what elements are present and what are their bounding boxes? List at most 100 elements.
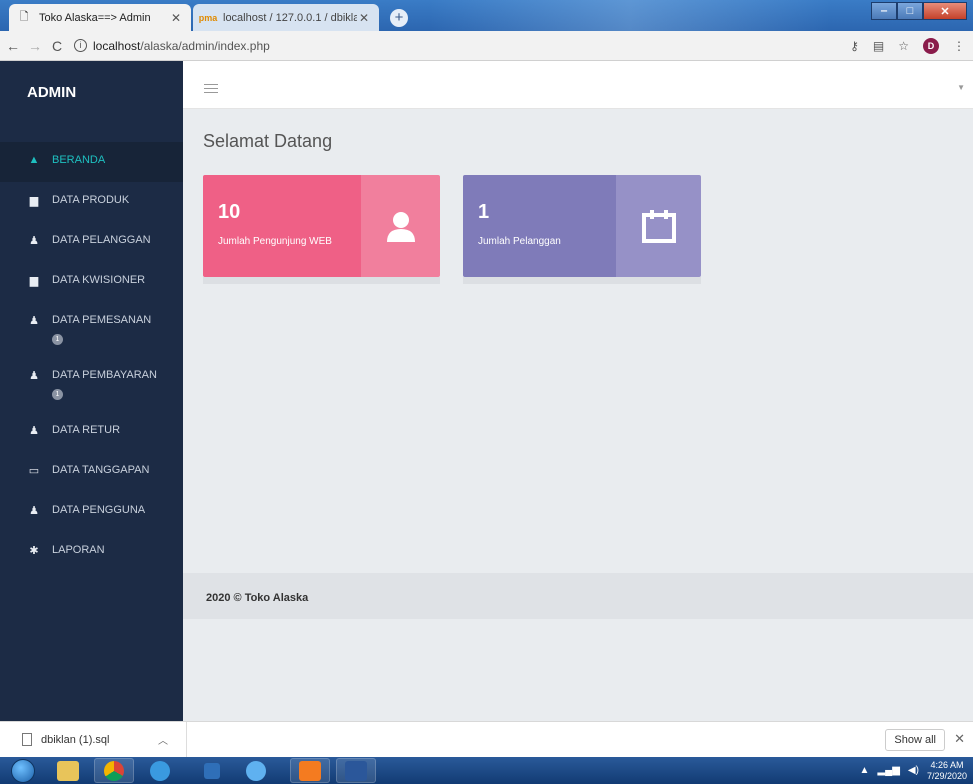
user-icon: ♟ <box>29 505 39 517</box>
card-label: Jumlah Pelanggan <box>478 236 561 247</box>
taskbar-media[interactable] <box>192 758 232 783</box>
sidebar-item-data-tanggapan[interactable]: ▭ DATA TANGGAPAN <box>0 452 183 492</box>
xampp-icon <box>299 760 321 781</box>
sidebar-item-data-pemesanan[interactable]: ♟ DATA PEMESANAN 1 <box>0 302 183 357</box>
download-item[interactable]: dbiklan (1).sql ︿ <box>0 722 187 757</box>
minimize-button[interactable]: ‒ <box>871 2 897 20</box>
browser-tab-admin[interactable]: 🗋 Toko Alaska==> Admin ✕ <box>9 4 191 31</box>
profile-avatar[interactable]: D <box>923 38 939 54</box>
clock[interactable]: 4:26 AM 7/29/2020 <box>927 760 967 782</box>
browser-tab-phpmyadmin[interactable]: pma localhost / 127.0.0.1 / dbiklan | p … <box>193 4 379 31</box>
user-icon <box>386 212 415 242</box>
reload-button[interactable]: C <box>48 38 66 54</box>
maximize-button[interactable]: □ <box>897 2 923 20</box>
page-icon: 🗋 <box>19 11 29 23</box>
user-icon: ♟ <box>29 315 39 327</box>
brand-title: ADMIN <box>27 83 77 101</box>
url-field[interactable]: i localhost/alaska/admin/index.php <box>74 39 270 53</box>
windows-taskbar: ▲ ▂▄▆ ◀) 4:26 AM 7/29/2020 <box>0 757 973 784</box>
home-icon: ▲ <box>28 154 40 166</box>
user-icon: ♟ <box>29 425 39 437</box>
sidebar-item-data-pengguna[interactable]: ♟ DATA PENGGUNA <box>0 492 183 532</box>
card-value: 10 <box>218 201 241 223</box>
url-path: /alaska/admin/index.php <box>140 38 270 53</box>
word-icon <box>345 760 367 781</box>
sidebar-item-data-pelanggan[interactable]: ♟ DATA PELANGGAN <box>0 222 183 262</box>
close-icon[interactable]: ✕ <box>954 731 965 747</box>
translate-icon[interactable]: ▤ <box>873 39 884 53</box>
card-shadow <box>463 277 701 284</box>
tools-icon: ✱ <box>29 545 39 557</box>
visitor-count-card: 10 Jumlah Pengunjung WEB <box>203 175 440 277</box>
sidebar-item-label: BERANDA <box>52 154 106 166</box>
empty-area <box>183 619 973 721</box>
back-button[interactable]: ← <box>4 38 22 54</box>
url-host: localhost <box>93 38 141 53</box>
taskbar-app[interactable] <box>236 758 276 783</box>
new-tab-button[interactable]: + <box>390 9 408 27</box>
sidebar-item-label: DATA TANGGAPAN <box>52 464 150 476</box>
sidebar-item-data-pembayaran[interactable]: ♟ DATA PEMBAYARAN 1 <box>0 357 183 412</box>
card-icon-panel <box>616 175 701 277</box>
sidebar-item-label: DATA PENGGUNA <box>52 504 146 516</box>
calendar-icon <box>641 210 676 243</box>
file-icon <box>22 733 32 746</box>
download-filename: dbiklan (1).sql <box>41 733 110 746</box>
folder-icon <box>57 760 79 781</box>
show-all-button[interactable]: Show all <box>885 729 945 751</box>
sidebar-item-label: DATA PEMBAYARAN <box>52 369 157 381</box>
card-label: Jumlah Pengunjung WEB <box>218 236 332 247</box>
count-badge: 1 <box>52 389 63 400</box>
file-icon: ▆ <box>29 275 39 287</box>
sidebar-item-data-retur[interactable]: ♟ DATA RETUR <box>0 412 183 452</box>
window-controls: ‒ □ ✕ <box>871 2 967 20</box>
hamburger-menu-icon[interactable] <box>204 84 218 96</box>
taskbar-xampp[interactable] <box>290 758 330 783</box>
page-footer: 2020 © Toko Alaska <box>183 573 973 619</box>
globe-icon <box>246 760 266 781</box>
sidebar-menu: ▲ BERANDA ▆ DATA PRODUK ♟ DATA PELANGGAN… <box>0 142 183 572</box>
chevron-up-icon[interactable]: ︿ <box>158 732 168 747</box>
network-icon[interactable]: ▂▄▆ <box>877 765 899 776</box>
user-icon: ♟ <box>29 370 39 382</box>
downloads-bar: dbiklan (1).sql ︿ Show all ✕ <box>0 721 973 757</box>
taskbar-explorer[interactable] <box>48 758 88 783</box>
menu-kebab-icon[interactable]: ⋮ <box>953 39 965 53</box>
windows-orb-icon <box>11 758 35 783</box>
card-info: 10 Jumlah Pengunjung WEB <box>203 175 361 277</box>
volume-icon[interactable]: ◀) <box>908 765 919 776</box>
key-icon[interactable]: ⚷ <box>850 39 859 53</box>
card-icon-panel <box>361 175 440 277</box>
tab-close-icon[interactable]: ✕ <box>357 11 371 25</box>
address-bar: ← → C i localhost/alaska/admin/index.php… <box>0 31 973 61</box>
toolbar-actions: ⚷ ▤ ☆ D ⋮ <box>850 38 965 54</box>
sidebar-item-label: DATA RETUR <box>52 424 121 436</box>
taskbar-ie[interactable] <box>140 758 180 783</box>
taskbar-word[interactable] <box>336 758 376 783</box>
system-tray: ▲ ▂▄▆ ◀) 4:26 AM 7/29/2020 <box>833 757 973 784</box>
taskbar-chrome[interactable] <box>94 758 134 783</box>
sidebar-item-data-kwisioner[interactable]: ▆ DATA KWISIONER <box>0 262 183 302</box>
sidebar-item-label: DATA PELANGGAN <box>52 234 151 246</box>
bookmark-star-icon[interactable]: ☆ <box>898 39 909 53</box>
tab-title: Toko Alaska==> Admin <box>39 11 151 24</box>
clock-date: 7/29/2020 <box>926 770 967 781</box>
info-icon[interactable]: i <box>74 39 87 52</box>
sidebar-item-data-produk[interactable]: ▆ DATA PRODUK <box>0 182 183 222</box>
sidebar-item-label: DATA KWISIONER <box>52 274 146 286</box>
start-button[interactable] <box>4 758 42 783</box>
clock-time: 4:26 AM <box>930 759 964 770</box>
calendar-icon: ▭ <box>28 465 40 477</box>
media-player-icon <box>204 762 220 779</box>
tray-expand-icon[interactable]: ▲ <box>860 765 870 776</box>
browser-tab-strip: 🗋 Toko Alaska==> Admin ✕ pma localhost /… <box>0 0 973 31</box>
tab-close-icon[interactable]: ✕ <box>169 11 183 25</box>
close-window-button[interactable]: ✕ <box>923 2 967 20</box>
forward-button[interactable]: → <box>26 38 44 54</box>
sidebar-item-beranda[interactable]: ▲ BERANDA <box>0 142 183 182</box>
sidebar-item-label: DATA PRODUK <box>52 194 130 206</box>
card-info: 1 Jumlah Pelanggan <box>463 175 616 277</box>
sidebar-item-laporan[interactable]: ✱ LAPORAN <box>0 532 183 572</box>
user-dropdown-caret-icon[interactable]: ▼ <box>957 83 965 92</box>
tab-title: localhost / 127.0.0.1 / dbiklan | p <box>223 11 357 24</box>
